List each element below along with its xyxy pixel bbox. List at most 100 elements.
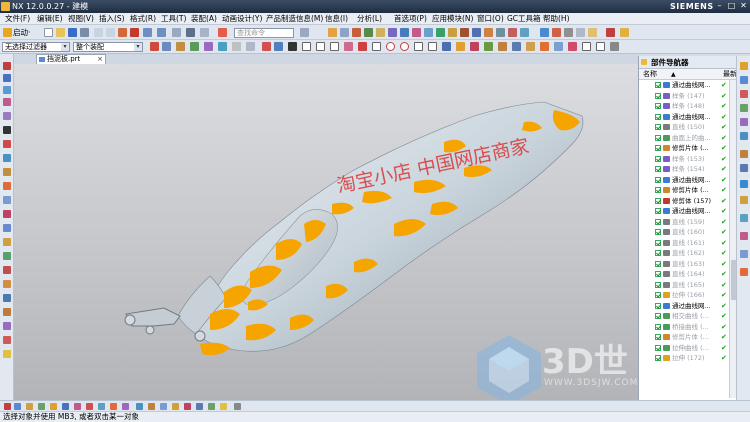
deselect-icon[interactable] bbox=[162, 42, 171, 51]
feature-row[interactable]: 通过曲线网... ✔ bbox=[639, 112, 729, 123]
visibility-checkbox[interactable] bbox=[655, 134, 661, 141]
part-navigator-icon[interactable] bbox=[740, 90, 748, 98]
graphics-window[interactable]: 淘宝小店 中国网店商家 3D世 WWW.3DSJW.COM bbox=[14, 64, 638, 400]
offset-curve-icon[interactable] bbox=[3, 140, 11, 148]
circle-icon[interactable] bbox=[3, 86, 11, 94]
menu-file[interactable]: 文件(F) bbox=[5, 13, 30, 25]
menu-analysis[interactable]: 分析(L) bbox=[357, 13, 382, 25]
control-point-icon[interactable] bbox=[358, 42, 367, 51]
visibility-checkbox[interactable] bbox=[655, 302, 661, 309]
bounded-grid-icon[interactable] bbox=[456, 42, 465, 51]
feature-row[interactable]: 样条 (147) ✔ bbox=[639, 91, 729, 102]
offset-face-icon[interactable] bbox=[496, 28, 505, 37]
repeat-command-icon[interactable] bbox=[172, 28, 181, 37]
new-file-icon[interactable] bbox=[44, 28, 53, 37]
shell-icon[interactable] bbox=[436, 28, 445, 37]
touch-mode-icon[interactable] bbox=[200, 28, 209, 37]
paste-icon[interactable] bbox=[118, 28, 127, 37]
menu-preferences[interactable]: 首选项(P) bbox=[394, 13, 427, 25]
perpendicular-snap-icon[interactable] bbox=[316, 42, 325, 51]
hd3d-tools-icon[interactable] bbox=[740, 118, 748, 126]
layer-icon[interactable] bbox=[564, 28, 573, 37]
menu-gc-toolkit[interactable]: GC工具箱 bbox=[507, 13, 541, 25]
column-latest[interactable]: 最新 bbox=[723, 69, 737, 80]
curve-mesh-icon[interactable] bbox=[3, 210, 11, 218]
move-icon[interactable] bbox=[596, 42, 605, 51]
visibility-checkbox[interactable] bbox=[655, 344, 661, 351]
menu-window[interactable]: 窗口(O) bbox=[477, 13, 504, 25]
visibility-checkbox[interactable] bbox=[655, 145, 661, 151]
feature-row[interactable]: 拉伸 (166) ✔ bbox=[639, 290, 729, 301]
reuse-library-icon[interactable] bbox=[740, 104, 748, 112]
line-icon[interactable] bbox=[3, 62, 11, 70]
nx-app-icon[interactable] bbox=[1, 2, 10, 11]
x-form-icon[interactable] bbox=[3, 322, 11, 330]
sew-icon[interactable] bbox=[508, 28, 517, 37]
arc-center-icon[interactable] bbox=[386, 42, 395, 51]
n-sided-icon[interactable] bbox=[3, 238, 11, 246]
save-icon[interactable] bbox=[68, 28, 77, 37]
add-icon[interactable] bbox=[582, 42, 591, 51]
mirror-icon[interactable] bbox=[472, 28, 481, 37]
feature-row[interactable]: 直线 (161) ✔ bbox=[639, 238, 729, 249]
sew-sheet-icon[interactable] bbox=[3, 294, 11, 302]
point-icon[interactable] bbox=[3, 112, 11, 120]
menu-format[interactable]: 格式(R) bbox=[130, 13, 156, 25]
feature-row[interactable]: 直线 (150) ✔ bbox=[639, 122, 729, 133]
extend-sheet-icon[interactable] bbox=[3, 266, 11, 274]
wcs-icon[interactable] bbox=[470, 42, 479, 51]
shaded-icon[interactable] bbox=[554, 42, 563, 51]
visibility-checkbox[interactable] bbox=[655, 103, 661, 109]
visibility-checkbox[interactable] bbox=[655, 166, 661, 172]
visibility-checkbox[interactable] bbox=[655, 323, 661, 330]
start-button[interactable]: 启动· bbox=[13, 26, 30, 39]
snap-view-icon[interactable] bbox=[4, 403, 11, 410]
dynamic-section-icon[interactable] bbox=[110, 403, 117, 410]
web-browser-icon[interactable] bbox=[740, 132, 748, 140]
view-top-icon[interactable] bbox=[38, 403, 45, 410]
visibility-checkbox[interactable] bbox=[655, 208, 661, 214]
save-as-icon[interactable] bbox=[80, 28, 89, 37]
feature-row[interactable]: 通过曲线网... ✔ bbox=[639, 206, 729, 217]
visibility-checkbox[interactable] bbox=[655, 239, 661, 246]
grid-snap-icon[interactable] bbox=[288, 42, 297, 51]
feature-row[interactable]: 修剪片体 (... ✔ bbox=[639, 143, 729, 154]
midpoint-snap-icon[interactable] bbox=[274, 42, 283, 51]
feature-row[interactable]: 拉伸 (172) ✔ bbox=[639, 353, 729, 364]
customize-icon[interactable] bbox=[620, 28, 629, 37]
rotate-icon[interactable] bbox=[512, 42, 521, 51]
hole-icon[interactable] bbox=[376, 28, 385, 37]
menu-application[interactable]: 应用模块(N) bbox=[432, 13, 473, 25]
visibility-checkbox[interactable] bbox=[655, 113, 661, 120]
delete-icon[interactable] bbox=[130, 28, 139, 37]
visibility-checkbox[interactable] bbox=[655, 218, 661, 225]
unite-icon[interactable] bbox=[388, 28, 397, 37]
pin-icon[interactable] bbox=[641, 59, 647, 65]
trim-body-icon[interactable] bbox=[460, 28, 469, 37]
feature-row[interactable]: 直线 (163) ✔ bbox=[639, 259, 729, 270]
feature-row[interactable]: 修剪片体 (... ✔ bbox=[639, 332, 729, 343]
view-iso-icon[interactable] bbox=[62, 403, 69, 410]
bridge-curve-icon[interactable] bbox=[3, 168, 11, 176]
search-options-icon[interactable] bbox=[300, 28, 309, 37]
draft-analysis-icon[interactable] bbox=[208, 403, 215, 410]
pan-icon[interactable] bbox=[498, 42, 507, 51]
menu-help[interactable]: 帮助(H) bbox=[543, 13, 570, 25]
visibility-checkbox[interactable] bbox=[655, 313, 661, 319]
select-edge-icon[interactable] bbox=[218, 42, 227, 51]
select-all-icon[interactable] bbox=[150, 42, 159, 51]
menu-edit[interactable]: 编辑(E) bbox=[37, 13, 63, 25]
feature-row[interactable]: 曲面上的曲... ✔ bbox=[639, 133, 729, 144]
project-curve-icon[interactable] bbox=[3, 154, 11, 162]
text-icon[interactable] bbox=[3, 126, 11, 134]
chamfer-icon[interactable] bbox=[424, 28, 433, 37]
manufacturing-wizards-icon[interactable] bbox=[740, 196, 748, 204]
feature-row[interactable]: 样条 (154) ✔ bbox=[639, 164, 729, 175]
global-shaping-icon[interactable] bbox=[3, 336, 11, 344]
pattern-icon[interactable] bbox=[448, 28, 457, 37]
visibility-checkbox[interactable] bbox=[655, 187, 661, 193]
wireframe-icon[interactable] bbox=[568, 42, 577, 51]
point-on-curve-icon[interactable] bbox=[428, 42, 437, 51]
zoom-icon[interactable] bbox=[526, 42, 535, 51]
select-feature-icon[interactable] bbox=[176, 42, 185, 51]
